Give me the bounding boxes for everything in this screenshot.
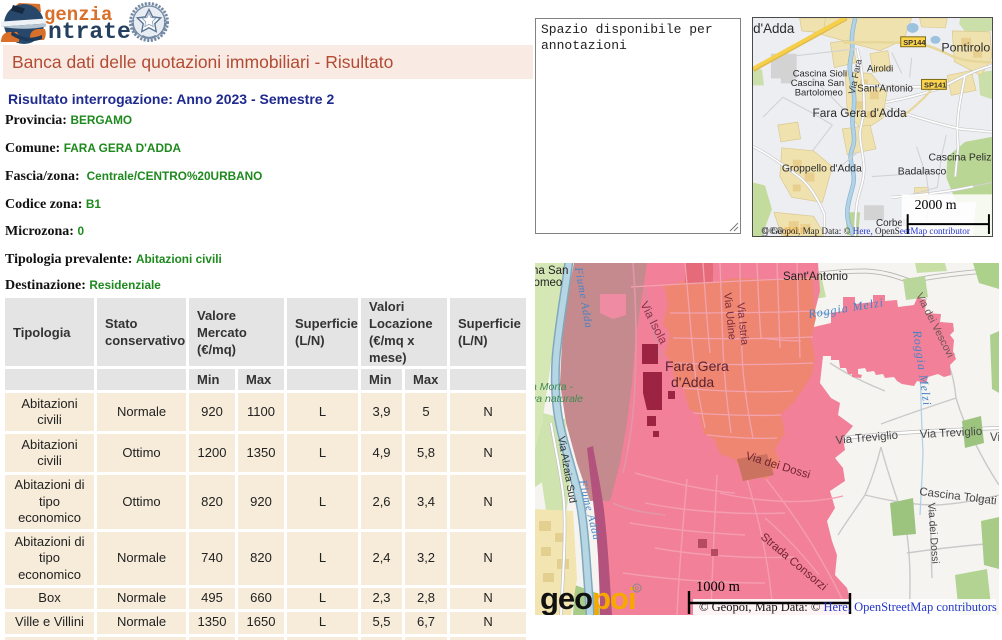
svg-text:Pontirolo: Pontirolo: [941, 41, 990, 55]
svg-text:Airoldi: Airoldi: [867, 63, 893, 74]
svg-text:© Geopoi, Map Data: © Here, Op: © Geopoi, Map Data: © Here, OpenSeetMap …: [762, 226, 970, 236]
svg-text:lomeo: lomeo: [535, 277, 562, 289]
svg-text:d'Adda: d'Adda: [671, 374, 714, 390]
svg-text:geopoi: geopoi: [540, 581, 636, 615]
svg-text:1000 m: 1000 m: [696, 579, 741, 595]
svg-text:a Morta -: a Morta -: [535, 381, 574, 393]
svg-text:R: R: [635, 586, 640, 593]
svg-text:© Geopoi, Map Data: © Here, Op: © Geopoi, Map Data: © Here, OpenStreetMa…: [699, 600, 997, 614]
svg-text:d'Adda: d'Adda: [753, 21, 795, 36]
svg-text:Fara Gera: Fara Gera: [665, 358, 729, 374]
svg-text:SP144: SP144: [903, 38, 926, 47]
svg-text:Sant'Antonio: Sant'Antonio: [783, 271, 848, 283]
svg-text:Bartolomeo: Bartolomeo: [795, 86, 843, 97]
svg-text:Groppello d'Adda: Groppello d'Adda: [782, 164, 862, 175]
svg-text:Fara Gera d'Adda: Fara Gera d'Adda: [813, 106, 907, 120]
svg-text:va naturale: va naturale: [535, 393, 583, 405]
svg-text:Badalasco: Badalasco: [898, 167, 947, 178]
svg-text:Cascina Peliza: Cascina Peliza: [928, 153, 993, 164]
svg-text:SP141: SP141: [924, 80, 946, 89]
svg-text:2000 m: 2000 m: [915, 198, 957, 213]
svg-text:na San: na San: [535, 265, 568, 277]
svg-text:Sant'Antonio: Sant'Antonio: [857, 83, 913, 94]
svg-text:Vi: Vi: [990, 432, 999, 444]
